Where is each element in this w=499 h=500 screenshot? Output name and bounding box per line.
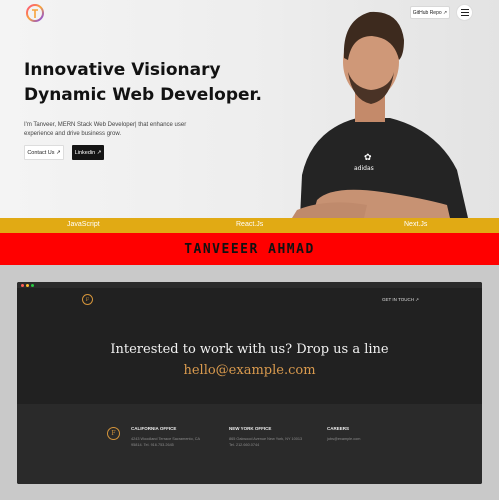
name-banner: TANVEEER AHMAD [0,233,499,265]
site-footer: F CALIFORNIA OFFICE 4243 Woodland Terrac… [17,404,482,484]
hamburger-menu-icon [460,9,469,16]
skills-bar: JavaScript React.Js Next.Js [0,218,499,233]
hero-title-line1: Innovative Visionary [24,60,221,80]
california-office-heading: CALIFORNIA OFFICE [131,426,177,431]
logo-icon[interactable] [24,2,46,24]
linkedin-button[interactable]: Linkedin ↗ [72,145,104,160]
careers: CAREERS jobs@example.com [327,426,360,442]
preview-section: F GET IN TOUCH ↗ Interested to work with… [0,265,499,500]
browser-window: F GET IN TOUCH ↗ Interested to work with… [17,282,482,484]
minimize-dot-icon[interactable] [26,283,29,287]
california-address-line2: 95814. Tel. 916.753.2645 [131,443,174,447]
github-repo-button[interactable]: GitHub Repo ↗ [410,6,450,19]
skill-react: React.Js [236,221,264,228]
maximize-dot-icon[interactable] [31,283,34,287]
portrait-image: ✿ adidas [292,11,468,218]
svg-text:✿: ✿ [364,153,372,163]
footer-logo-icon: F [107,427,120,440]
careers-email-link[interactable]: jobs@example.com [327,436,360,442]
california-office: CALIFORNIA OFFICE 4243 Woodland Terrace … [131,426,200,448]
skill-javascript: JavaScript [67,221,100,228]
get-in-touch-link[interactable]: GET IN TOUCH ↗ [382,297,419,303]
name-banner-text: TANVEEER AHMAD [184,241,315,257]
newyork-office-heading: NEW YORK OFFICE [229,426,272,431]
skill-next: Next.Js [404,221,428,228]
careers-heading: CAREERS [327,426,350,431]
svg-text:adidas: adidas [354,165,374,172]
menu-button[interactable] [456,4,473,21]
cta-email-link[interactable]: hello@example.com [17,363,482,378]
hero-description: I'm Tanveer, MERN Stack Web Developer| t… [24,122,187,137]
browser-titlebar [17,282,482,288]
contact-us-button[interactable]: Contact Us ↗ [24,145,64,160]
cta-heading: Interested to work with us? Drop us a li… [110,342,389,357]
newyork-office: NEW YORK OFFICE 865 Oakwood Avenue New Y… [229,426,302,448]
newyork-address-line2: Tel. 212.660.0744 [229,443,260,447]
close-dot-icon[interactable] [21,283,24,287]
site-logo-icon[interactable]: F [82,294,93,305]
hero-section: Innovative Visionary Dynamic Web Develop… [0,0,499,218]
hero-title-line2: Dynamic Web Developer. [24,85,262,105]
